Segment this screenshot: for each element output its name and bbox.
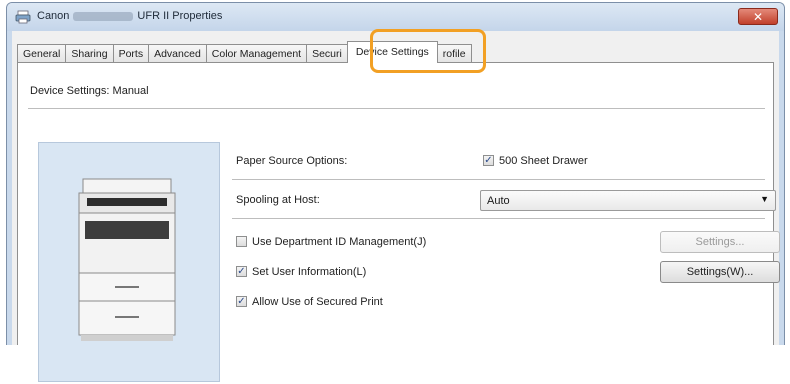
properties-window: Canon UFR II Properties ✕ General Sharing… <box>6 2 785 382</box>
panel-title: Device Settings: Manual <box>30 85 149 97</box>
secured-print-checkbox[interactable] <box>236 296 247 307</box>
tab-ports[interactable]: Ports <box>112 44 150 63</box>
divider-top <box>28 108 765 109</box>
device-settings-panel: Device Settings: Manual Paper Source Opt… <box>17 62 780 382</box>
dialog-client-area: General Sharing Ports Advanced Color Man… <box>12 31 780 382</box>
dropdown-arrow-icon: ▼ <box>760 194 769 204</box>
title-prefix: Canon <box>37 10 70 22</box>
window-title: Canon UFR II Properties <box>37 10 222 22</box>
spooling-value: Auto <box>487 195 510 207</box>
tab-strip: General Sharing Ports Advanced Color Man… <box>17 41 472 63</box>
user-settings-button[interactable]: Settings(W)... <box>660 261 780 283</box>
tab-security[interactable]: Securi <box>306 44 348 63</box>
tab-device-settings[interactable]: Device Settings <box>346 41 438 63</box>
department-settings-button[interactable]: Settings... <box>660 231 780 253</box>
tab-color-management[interactable]: Color Management <box>205 44 308 63</box>
department-id-label: Use Department ID Management(J) <box>252 236 427 248</box>
printer-app-icon <box>15 10 31 24</box>
spooling-label: Spooling at Host: <box>236 194 320 206</box>
user-information-checkbox[interactable] <box>236 266 247 277</box>
department-id-checkbox[interactable] <box>236 236 247 247</box>
redacted-model-name <box>73 11 134 21</box>
printer-image-area <box>38 142 220 382</box>
divider-1 <box>232 179 765 180</box>
tab-sharing[interactable]: Sharing <box>65 44 114 63</box>
close-button[interactable]: ✕ <box>738 8 778 25</box>
paper-source-label: Paper Source Options: <box>236 155 348 167</box>
divider-2 <box>232 218 765 219</box>
tab-general[interactable]: General <box>17 44 67 63</box>
title-suffix: UFR II Properties <box>137 10 223 22</box>
spooling-select[interactable]: Auto ▼ <box>480 190 776 211</box>
500-sheet-drawer-label: 500 Sheet Drawer <box>499 155 588 167</box>
secured-print-label: Allow Use of Secured Print <box>252 296 383 308</box>
tab-profile[interactable]: rofile <box>436 44 472 63</box>
tab-advanced[interactable]: Advanced <box>148 44 207 63</box>
printer-illustration <box>78 178 176 341</box>
title-bar[interactable]: Canon UFR II Properties ✕ <box>7 3 784 31</box>
user-information-label: Set User Information(L) <box>252 266 367 278</box>
500-sheet-drawer-checkbox[interactable] <box>483 155 494 166</box>
